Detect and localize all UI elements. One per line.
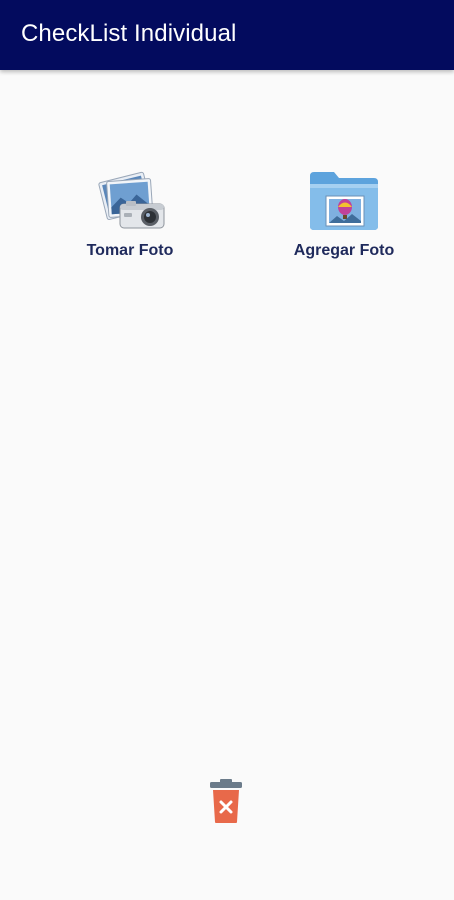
take-photo-label: Tomar Foto	[86, 242, 174, 259]
app-title: CheckList Individual	[21, 20, 237, 47]
screen: CheckList Individual Tomar Foto Agregar …	[0, 0, 454, 900]
photo-folder-icon	[310, 172, 378, 230]
camera-photos-icon	[98, 171, 165, 229]
delete-trash-icon[interactable]	[207, 778, 245, 824]
add-photo-label: Agregar Foto	[293, 242, 395, 259]
app-bar: CheckList Individual	[0, 0, 454, 70]
add-photo-button[interactable]: Agregar Foto	[274, 168, 414, 268]
take-photo-button[interactable]: Tomar Foto	[60, 168, 200, 268]
